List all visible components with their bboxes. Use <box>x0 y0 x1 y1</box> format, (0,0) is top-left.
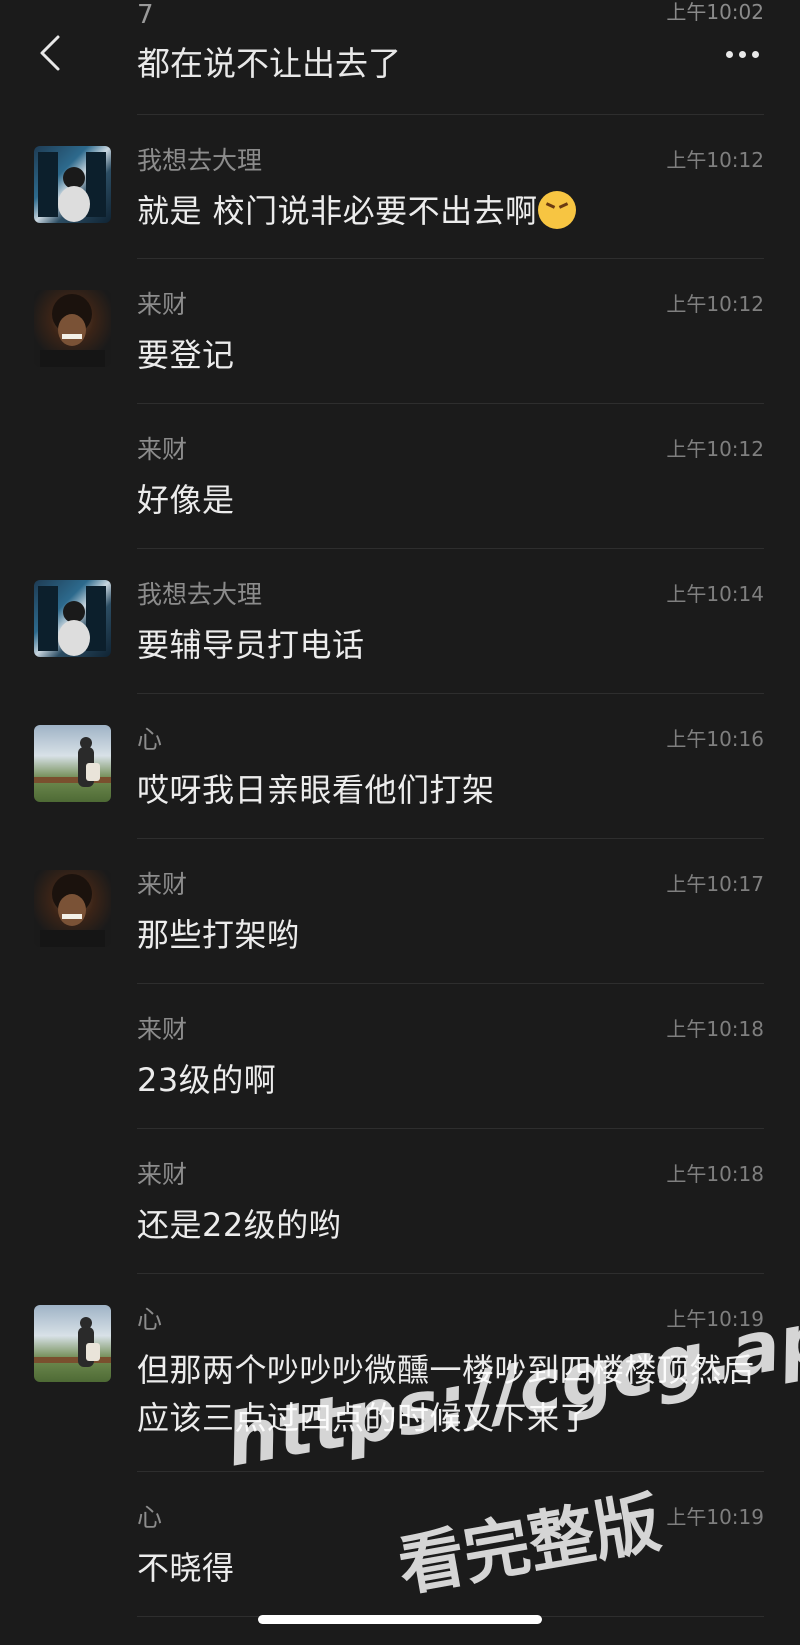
partial-sender-name: 7 <box>137 0 154 30</box>
sender-name: 心 <box>137 1503 163 1532</box>
avatar-hiker[interactable] <box>34 725 111 802</box>
sender-name: 来财 <box>137 435 188 464</box>
sender-name: 心 <box>137 1305 163 1334</box>
back-button[interactable] <box>28 26 72 80</box>
message-text: 就是 校门说非必要不出去啊 <box>137 187 764 235</box>
sender-name: 来财 <box>137 1160 188 1189</box>
message-row[interactable]: 我想去大理 上午10:14 要辅导员打电话 <box>0 549 800 694</box>
message-text: 好像是 <box>137 481 235 519</box>
sender-name: 我想去大理 <box>137 146 263 175</box>
message-row[interactable]: 来财 上午10:17 那些打架哟 <box>0 839 800 984</box>
message-row[interactable]: 来财 上午10:12 好像是 <box>0 404 800 549</box>
avatar-hiker[interactable] <box>34 1305 111 1382</box>
message-row[interactable]: 来财 上午10:18 还是22级的哟 <box>0 1129 800 1274</box>
message-text: 都在说不让出去了 <box>137 44 401 83</box>
sender-name: 来财 <box>137 290 188 319</box>
message-timestamp: 上午10:19 <box>666 1505 764 1529</box>
message-text: 23级的啊 <box>137 1061 277 1099</box>
message-text: 还是22级的哟 <box>137 1206 342 1244</box>
message-row[interactable]: 心 上午10:16 哎呀我日亲眼看他们打架 <box>0 694 800 839</box>
message-row[interactable]: 我想去大理 上午10:12 就是 校门说非必要不出去啊 <box>0 115 800 259</box>
message-timestamp: 上午10:12 <box>666 437 764 461</box>
message-timestamp: 上午10:12 <box>666 148 764 172</box>
message-timestamp: 上午10:12 <box>666 292 764 316</box>
message-text: 要辅导员打电话 <box>137 626 365 664</box>
message-timestamp: 上午10:17 <box>666 872 764 896</box>
chevron-left-icon <box>40 35 60 71</box>
tired-face-emoji <box>537 191 576 229</box>
partial-timestamp: 上午10:02 <box>666 0 764 24</box>
avatar-curly-man[interactable] <box>34 870 111 947</box>
message-row[interactable]: 来财 上午10:12 要登记 <box>0 259 800 404</box>
avatar-window-girl[interactable] <box>34 146 111 223</box>
message-row[interactable]: 来财 上午10:18 23级的啊 <box>0 984 800 1129</box>
home-indicator[interactable] <box>258 1615 542 1624</box>
message-timestamp: 上午10:18 <box>666 1162 764 1186</box>
more-icon <box>723 50 762 58</box>
message-timestamp: 上午10:18 <box>666 1017 764 1041</box>
avatar-curly-man[interactable] <box>34 290 111 367</box>
message-timestamp: 上午10:16 <box>666 727 764 751</box>
more-options-button[interactable] <box>720 40 764 68</box>
avatar-window-girl[interactable] <box>34 580 111 657</box>
chat-history-page: 7 上午10:02 都在说不让出去了 我想去大理 上午10:12 就是 校门说非… <box>0 0 800 1645</box>
sender-name: 来财 <box>137 870 188 899</box>
message-text: 哎呀我日亲眼看他们打架 <box>137 771 495 809</box>
sender-name: 我想去大理 <box>137 580 263 609</box>
message-timestamp: 上午10:14 <box>666 582 764 606</box>
message-text: 那些打架哟 <box>137 916 300 954</box>
message-text: 要登记 <box>137 336 235 374</box>
sender-name: 心 <box>137 725 163 754</box>
sender-name: 来财 <box>137 1015 188 1044</box>
